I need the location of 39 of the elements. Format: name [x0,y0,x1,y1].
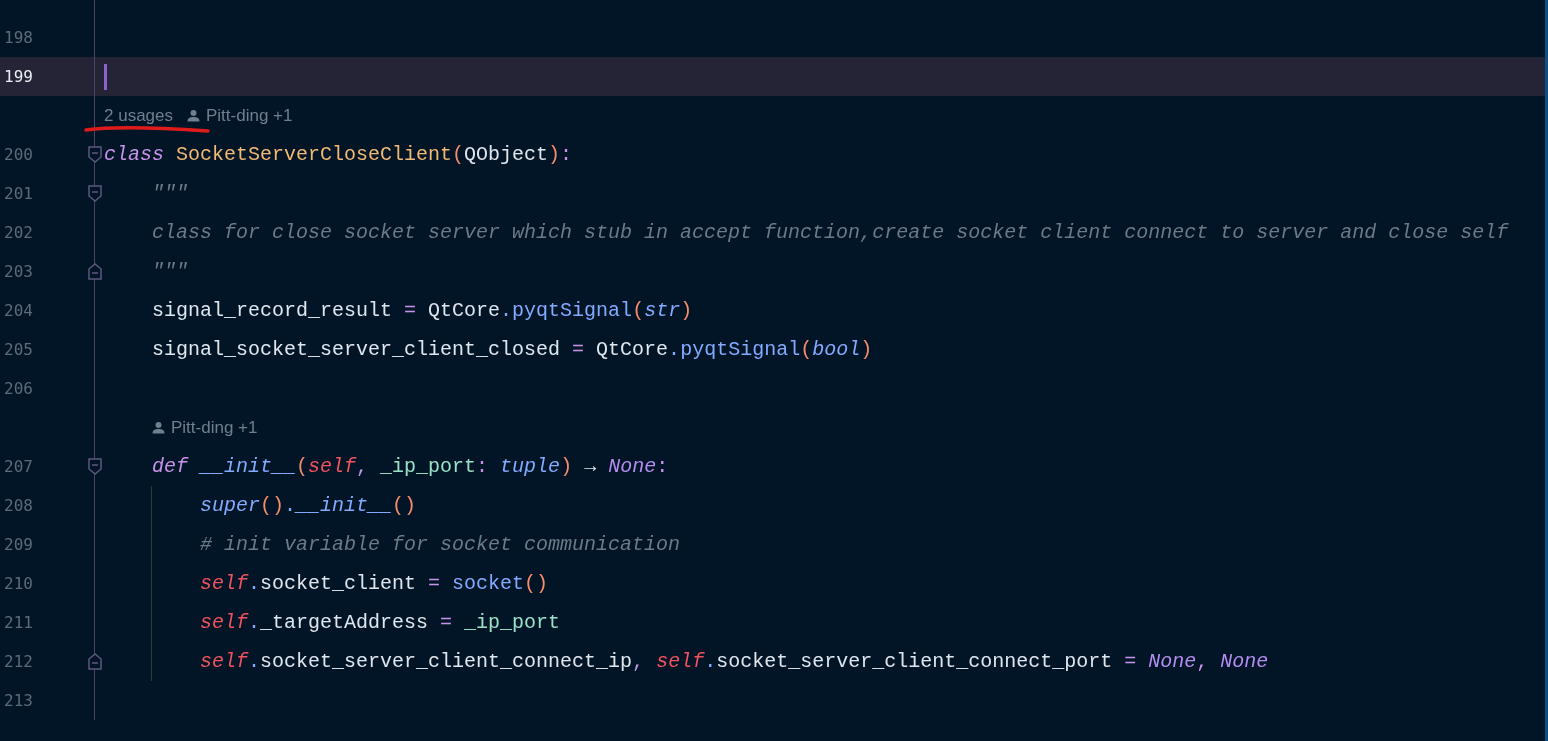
line-number: 207 [3,457,33,476]
code-line: # init variable for socket communication [199,533,681,556]
fold-icon[interactable] [88,146,102,163]
unfold-icon[interactable] [88,263,102,280]
fold-icon[interactable] [88,185,102,202]
line-number: 206 [3,379,33,398]
author-label[interactable]: Pitt-ding +1 [206,105,293,126]
code-line: self.socket_client = socket() [199,572,549,595]
code-line: signal_socket_server_client_closed = QtCore.pyqtSignal(bool) [151,338,873,361]
line-number: 210 [3,574,33,593]
fold-icon[interactable] [88,458,102,475]
line-number: 205 [3,340,33,359]
code-line: def __init__(self, _ip_port: tuple) → None: [151,455,669,478]
line-number: 201 [3,184,33,203]
author-label[interactable]: Pitt-ding +1 [171,417,258,438]
code-line: signal_record_result = QtCore.pyqtSignal(str) [151,299,693,322]
code-line: super().__init__() [199,494,417,517]
code-line: self._targetAddress = _ip_port [199,611,561,634]
line-number: 211 [3,613,33,632]
code-line: """ [151,182,188,205]
usages-link[interactable]: 2 usages [104,105,173,126]
line-number: 204 [3,301,33,320]
line-number: 213 [3,691,33,710]
code-line: class for close socket server which stub in accept function,create socket client connect to server and close self [151,221,1509,244]
code-line: self.socket_server_client_connect_ip, self.socket_server_client_connect_port = None, None [199,650,1269,673]
code-line: class SocketServerCloseClient(QObject): [104,143,573,166]
line-number: 203 [3,262,33,281]
line-number: 199 [3,67,33,86]
line-number: 208 [3,496,33,515]
text-caret [104,63,107,90]
line-number: 212 [3,652,33,671]
line-number: 198 [3,28,33,47]
person-icon [152,421,165,434]
line-number: 209 [3,535,33,554]
line-number: 200 [3,145,33,164]
unfold-icon[interactable] [88,653,102,670]
line-number: 202 [3,223,33,242]
person-icon [187,109,200,122]
code-line: """ [151,260,188,283]
